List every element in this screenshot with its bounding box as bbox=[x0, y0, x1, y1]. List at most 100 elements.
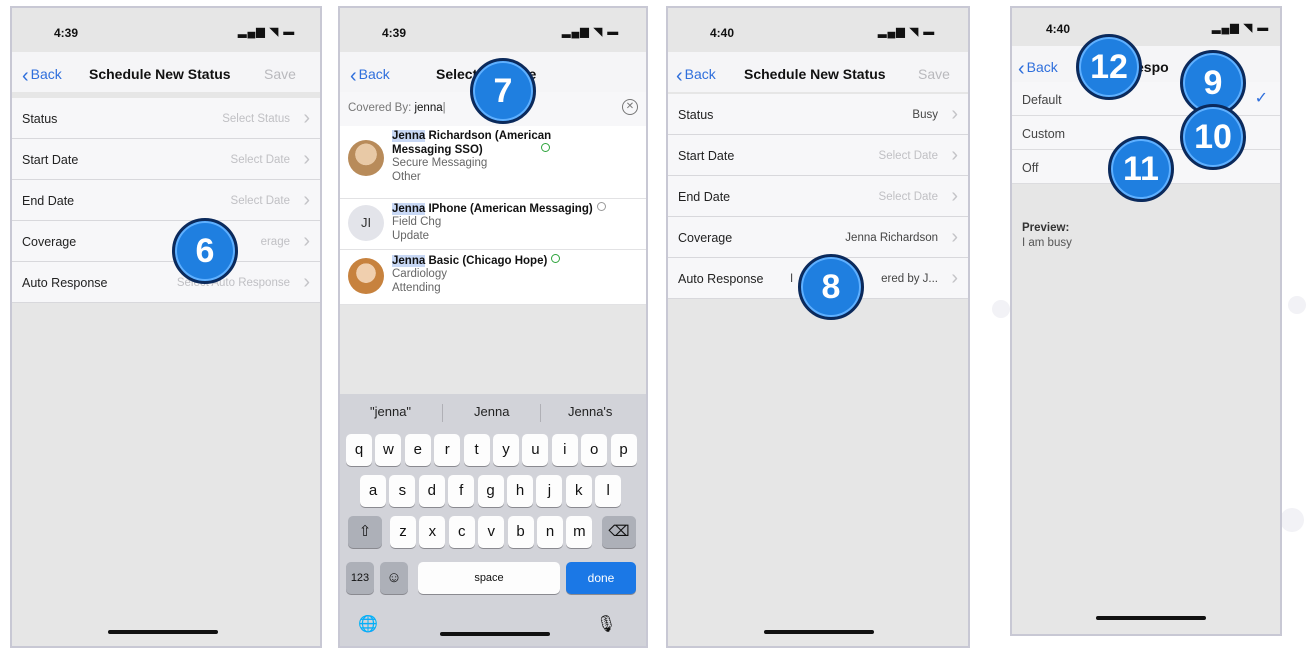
key-e[interactable]: e bbox=[404, 434, 431, 466]
space-key[interactable]: space bbox=[418, 562, 560, 594]
key-r[interactable]: r bbox=[434, 434, 461, 466]
back-button[interactable]: ‹ Back bbox=[350, 65, 390, 88]
page-title: Schedule New Status bbox=[744, 66, 886, 82]
chevron-right-icon: › bbox=[951, 144, 958, 166]
status-form: Status Select Status › Start Date Select Da… bbox=[12, 98, 320, 303]
home-indicator bbox=[764, 630, 874, 634]
back-button[interactable]: ‹ Back bbox=[22, 65, 62, 88]
key-h[interactable]: h bbox=[507, 475, 533, 507]
list-item[interactable]: Jenna Basic (Chicago Hope) Cardiology At… bbox=[340, 250, 646, 305]
nav-bar: ‹ Back Schedule New Status Save bbox=[668, 52, 968, 92]
key-o[interactable]: o bbox=[581, 434, 608, 466]
chevron-right-icon: › bbox=[951, 103, 958, 125]
chevron-right-icon: › bbox=[951, 267, 958, 289]
key-a[interactable]: a bbox=[360, 475, 386, 507]
chevron-right-icon: › bbox=[951, 185, 958, 207]
signal-wifi-battery-icon: ▂▄▆ ◥ ▬ bbox=[1212, 22, 1270, 34]
chevron-right-icon: › bbox=[303, 148, 310, 170]
chevron-left-icon: ‹ bbox=[350, 65, 357, 87]
home-indicator bbox=[440, 632, 550, 636]
available-status-icon bbox=[551, 254, 561, 263]
chevron-right-icon: › bbox=[303, 189, 310, 211]
clear-search-icon[interactable]: ✕ bbox=[622, 99, 638, 115]
page-title: Schedule New Status bbox=[89, 66, 231, 82]
covered-by-label: Covered By: bbox=[348, 102, 412, 114]
clock: 4:40 bbox=[710, 26, 735, 40]
chevron-right-icon: › bbox=[303, 107, 310, 129]
key-j[interactable]: j bbox=[536, 475, 563, 507]
save-button[interactable]: Save bbox=[918, 66, 950, 82]
key-q[interactable]: q bbox=[346, 434, 372, 466]
checkmark-icon: ✓ bbox=[1254, 90, 1268, 107]
key-x[interactable]: x bbox=[419, 516, 446, 548]
key-n[interactable]: n bbox=[537, 516, 563, 548]
step-badge: 6 bbox=[172, 218, 238, 284]
numbers-key[interactable]: 123 bbox=[346, 562, 374, 594]
key-m[interactable]: m bbox=[566, 516, 593, 548]
phone-screen-4: 4:40 ▂▄▆ ◥ ▬ ‹ Back espo Default ✓ Custom … bbox=[1010, 6, 1282, 636]
key-f[interactable]: f bbox=[448, 475, 475, 507]
row-start-date[interactable]: Start Date Select Date › bbox=[12, 139, 320, 180]
key-t[interactable]: t bbox=[463, 434, 490, 466]
signal-wifi-battery-icon: ▂▄▆ ◥ ▬ bbox=[238, 26, 296, 38]
step-badge: 7 bbox=[470, 58, 536, 124]
suggestion-1[interactable]: "jenna" bbox=[370, 404, 411, 419]
clock: 4:40 bbox=[1046, 22, 1071, 36]
suggestion-2[interactable]: Jenna bbox=[474, 404, 509, 419]
chevron-right-icon: › bbox=[951, 226, 958, 248]
keyboard: "jenna" Jenna Jenna's qwertyuiop asdfghjk… bbox=[340, 394, 646, 646]
phone-screen-1: 4:39 ▂▄▆ ◥ ▬ ‹ Back Schedule New Status S… bbox=[10, 6, 322, 648]
key-p[interactable]: p bbox=[610, 434, 637, 466]
key-d[interactable]: d bbox=[418, 475, 445, 507]
home-indicator bbox=[1096, 616, 1206, 620]
key-k[interactable]: k bbox=[565, 475, 592, 507]
delete-key[interactable]: ⌫ bbox=[602, 516, 636, 548]
row-auto-response[interactable]: Auto Response Select Auto Response › bbox=[12, 262, 320, 303]
row-status[interactable]: Status Busy › bbox=[668, 94, 968, 135]
suggestion-3[interactable]: Jenna's bbox=[568, 404, 612, 419]
step-badge: 11 bbox=[1108, 136, 1174, 202]
shift-key[interactable]: ⇧ bbox=[348, 516, 382, 548]
key-i[interactable]: i bbox=[551, 434, 578, 466]
key-g[interactable]: g bbox=[477, 475, 504, 507]
key-c[interactable]: c bbox=[448, 516, 475, 548]
row-coverage[interactable]: Coverage Jenna Richardson › bbox=[668, 217, 968, 258]
key-u[interactable]: u bbox=[522, 434, 549, 466]
row-end-date[interactable]: End Date Select Date › bbox=[12, 180, 320, 221]
row-status[interactable]: Status Select Status › bbox=[12, 98, 320, 139]
status-bar: 4:40 ▂▄▆ ◥ ▬ bbox=[1012, 8, 1280, 50]
status-bar: 4:40 ▂▄▆ ◥ ▬ bbox=[668, 8, 968, 50]
home-indicator bbox=[108, 630, 218, 634]
phone-screen-3: 4:40 ▂▄▆ ◥ ▬ ‹ Back Schedule New Status S… bbox=[666, 6, 970, 648]
microphone-icon[interactable]: 🎙 bbox=[596, 614, 616, 634]
back-button[interactable]: ‹ Back bbox=[676, 65, 716, 88]
list-item[interactable]: JI Jenna IPhone (American Messaging) Fie… bbox=[340, 199, 646, 250]
key-z[interactable]: z bbox=[390, 516, 416, 548]
row-end-date[interactable]: End Date Select Date › bbox=[668, 176, 968, 217]
avatar bbox=[348, 140, 384, 176]
clock: 4:39 bbox=[54, 26, 79, 40]
save-button[interactable]: Save bbox=[264, 66, 296, 82]
chevron-right-icon: › bbox=[303, 230, 310, 252]
key-l[interactable]: l bbox=[595, 475, 622, 507]
globe-icon[interactable]: 🌐 bbox=[358, 614, 378, 634]
clock: 4:39 bbox=[382, 26, 407, 40]
avatar: JI bbox=[348, 205, 384, 241]
row-start-date[interactable]: Start Date Select Date › bbox=[668, 135, 968, 176]
chevron-left-icon: ‹ bbox=[1018, 58, 1025, 80]
list-item[interactable]: Jenna Richardson (American Messaging SSO… bbox=[340, 126, 646, 199]
key-v[interactable]: v bbox=[478, 516, 505, 548]
emoji-icon[interactable]: ☺ bbox=[380, 562, 408, 594]
back-button[interactable]: ‹ Back bbox=[1018, 58, 1058, 81]
search-input[interactable]: jenna bbox=[414, 102, 442, 114]
done-key[interactable]: done bbox=[566, 562, 636, 594]
key-y[interactable]: y bbox=[493, 434, 519, 466]
step-badge: 12 bbox=[1076, 34, 1142, 100]
row-coverage[interactable]: Coverage erage › bbox=[12, 221, 320, 262]
key-s[interactable]: s bbox=[389, 475, 416, 507]
chevron-left-icon: ‹ bbox=[22, 65, 29, 87]
key-b[interactable]: b bbox=[507, 516, 534, 548]
key-w[interactable]: w bbox=[375, 434, 402, 466]
avatar bbox=[348, 258, 384, 294]
chevron-right-icon: › bbox=[303, 271, 310, 293]
